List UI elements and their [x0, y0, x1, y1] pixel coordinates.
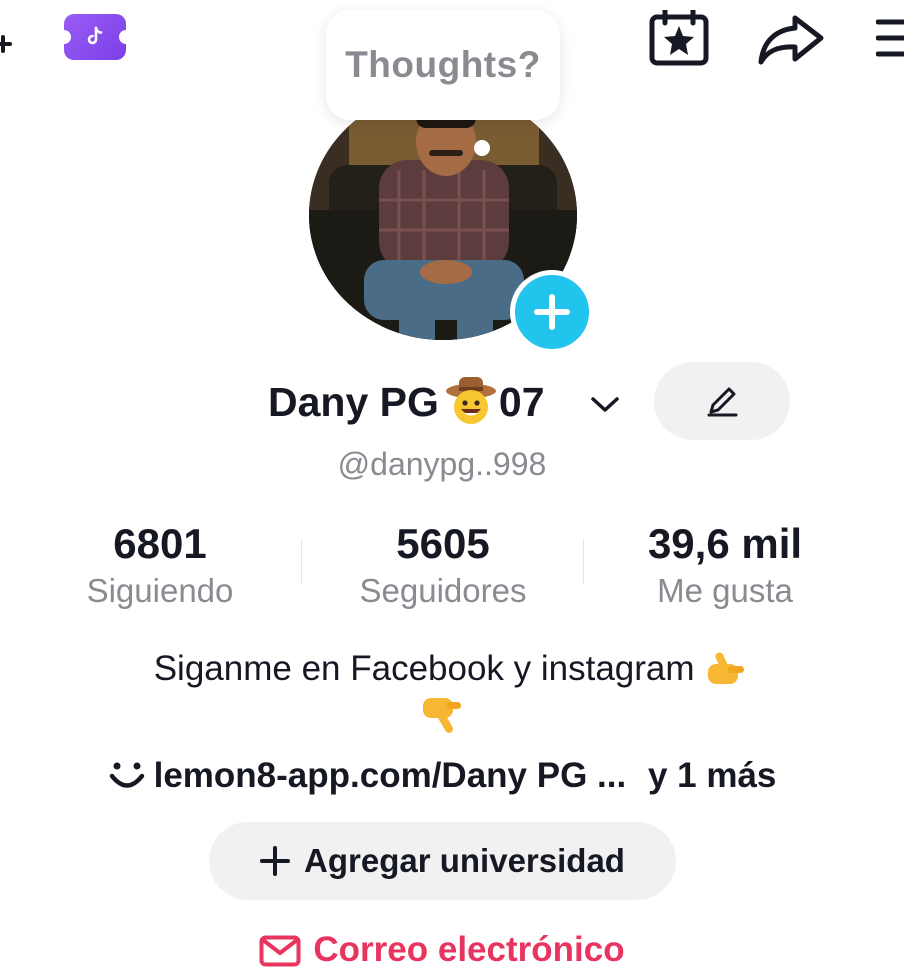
- plus-icon[interactable]: [0, 32, 18, 56]
- display-name[interactable]: Dany PG 07: [268, 374, 545, 426]
- bio-line-2: [0, 694, 884, 740]
- stat-likes[interactable]: 39,6 mil Me gusta: [575, 520, 875, 614]
- stat-value: 39,6 mil: [647, 520, 803, 567]
- email-label: Correo electrónico: [313, 930, 625, 969]
- share-arrow-icon[interactable]: [757, 14, 825, 71]
- stat-following[interactable]: 6801 Siguiendo: [10, 520, 310, 614]
- stat-label: Siguiendo: [86, 572, 234, 609]
- username: @danypg..998: [337, 446, 547, 482]
- thoughts-bubble[interactable]: Thoughts?: [326, 10, 560, 120]
- name-row: Dany PG 07: [0, 362, 904, 440]
- add-university-label: Agregar universidad: [304, 842, 625, 879]
- stat-label: Me gusta: [657, 572, 793, 609]
- email-link[interactable]: Correo electrónico: [0, 930, 884, 976]
- bio: Siganme en Facebook y instagram: [0, 644, 904, 692]
- envelope-icon: [259, 935, 301, 976]
- add-avatar-button[interactable]: [510, 270, 594, 354]
- pointing-down-emoji: [419, 694, 465, 740]
- lemon8-smile-icon: [108, 759, 146, 802]
- bio-text: Siganme en Facebook y instagram: [153, 649, 695, 688]
- edit-profile-button[interactable]: [654, 362, 790, 440]
- display-name-text: Dany PG: [268, 379, 439, 425]
- hamburger-menu-icon[interactable]: [875, 18, 904, 65]
- cowboy-face-emoji: [445, 374, 497, 426]
- thoughts-bubble-text: Thoughts?: [345, 44, 541, 85]
- pointing-right-emoji: [704, 644, 750, 690]
- calendar-star-icon[interactable]: [648, 7, 710, 71]
- link-more[interactable]: y 1 más: [648, 756, 776, 795]
- stat-label: Seguidores: [359, 572, 527, 609]
- stat-value: 5605: [396, 520, 490, 567]
- stat-followers[interactable]: 5605 Seguidores: [293, 520, 593, 614]
- thoughts-bubble-tail: [474, 140, 490, 156]
- link-text: lemon8-app.com/Dany PG ...: [153, 756, 627, 795]
- chevron-down-icon[interactable]: [590, 396, 620, 414]
- add-university-button[interactable]: Agregar universidad: [209, 822, 676, 900]
- stats-row: 6801 Siguiendo 5605 Seguidores 39,6 mil …: [0, 520, 904, 620]
- tiktok-ticket-icon[interactable]: [57, 14, 133, 60]
- stat-value: 6801: [113, 520, 207, 567]
- pencil-icon: [707, 387, 738, 417]
- profile-link[interactable]: lemon8-app.com/Dany PG ... y 1 más: [0, 756, 884, 802]
- display-name-suffix: 07: [498, 379, 545, 425]
- plus-icon: [260, 846, 291, 876]
